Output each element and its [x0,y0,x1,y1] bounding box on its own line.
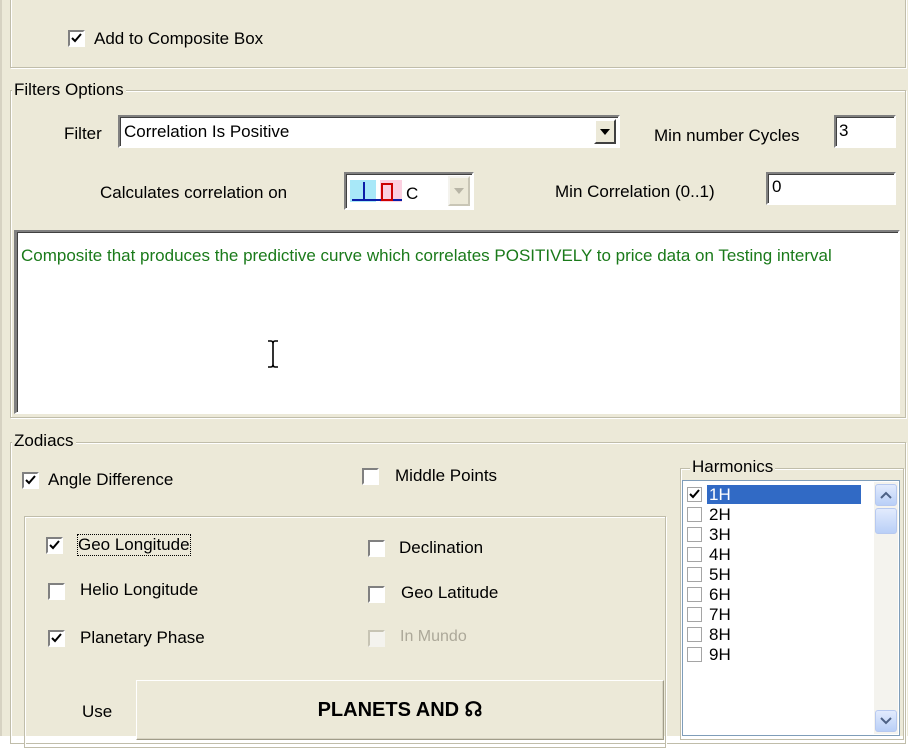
use-label: Use [82,702,113,721]
checkmark-icon [689,489,700,499]
chevron-down-icon [880,717,892,725]
calc-correlation-label: Calculates correlation on [100,183,288,202]
min-cycles-label: Min number Cycles [654,126,800,145]
helio-longitude-checkbox[interactable] [48,583,65,600]
scroll-up-button[interactable] [875,484,897,506]
harmonic-checkbox[interactable] [687,567,702,582]
min-correlation-value: 0 [772,177,782,196]
helio-longitude-label: Helio Longitude [80,580,199,599]
harmonic-item[interactable]: 1H [685,485,861,504]
min-cycles-input[interactable]: 3 [834,115,896,148]
text-cursor-icon [268,340,278,368]
filter-dropdown-button[interactable] [594,119,616,144]
harmonic-checkbox[interactable] [687,507,702,522]
checkmark-icon [49,540,60,550]
min-correlation-input[interactable]: 0 [766,172,896,205]
in-mundo-label: In Mundo [400,628,467,645]
min-correlation-label: Min Correlation (0..1) [555,182,715,201]
harmonic-item[interactable]: 3H [685,525,861,544]
geo-longitude-checkbox[interactable] [46,537,63,554]
in-mundo-checkbox [368,630,385,647]
angle-difference-label: Angle Difference [48,470,174,489]
harmonic-checkbox[interactable] [687,587,702,602]
harmonic-item[interactable]: 6H [685,585,861,604]
harmonic-label: 1H [707,485,861,504]
bar-chart-icon [350,180,402,202]
checkmark-icon [25,475,36,485]
harmonic-item[interactable]: 7H [685,605,861,624]
harmonic-checkbox[interactable] [687,627,702,642]
declination-checkbox[interactable] [368,540,385,557]
settings-panel: Add to Composite Box Filters Options Fil… [0,0,908,748]
harmonics-legend: Harmonics [690,457,776,477]
harmonic-label: 5H [709,565,731,584]
filter-dropdown[interactable]: Correlation Is Positive [118,115,620,148]
harmonic-checkbox[interactable] [687,607,702,622]
add-composite-label: Add to Composite Box [94,29,264,48]
scroll-down-button[interactable] [875,710,897,732]
chevron-up-icon [880,491,892,499]
harmonic-label: 8H [709,625,731,644]
add-composite-checkbox[interactable] [68,30,85,47]
harmonics-scrollbar[interactable] [874,482,898,734]
harmonic-item[interactable]: 2H [685,505,861,524]
zodiacs-legend: Zodiacs [12,431,76,451]
harmonic-checkbox[interactable] [687,547,702,562]
description-text: Composite that produces the predictive c… [21,246,832,265]
geo-longitude-label: Geo Longitude [77,534,191,556]
harmonic-label: 3H [709,525,731,544]
checkmark-icon [51,633,62,643]
chevron-down-icon [454,188,464,194]
description-textarea[interactable]: Composite that produces the predictive c… [14,230,900,414]
calc-correlation-dropdown[interactable]: C [344,172,474,210]
planetary-phase-label: Planetary Phase [80,628,205,647]
min-cycles-value: 3 [839,121,849,140]
harmonic-checkbox[interactable] [687,527,702,542]
checkmark-icon [71,33,82,43]
harmonic-label: 2H [709,505,731,524]
calc-dropdown-button[interactable] [448,176,470,206]
filter-dropdown-value: Correlation Is Positive [124,122,290,141]
angle-difference-checkbox[interactable] [22,472,39,489]
filters-legend: Filters Options [12,80,126,100]
declination-label: Declination [399,538,484,557]
harmonic-item[interactable]: 9H [685,645,861,664]
geo-latitude-label: Geo Latitude [401,583,499,602]
harmonic-item[interactable]: 8H [685,625,861,644]
harmonics-list[interactable]: 1H 2H 3H 4H 5H 6H 7H 8H 9H [682,480,900,736]
harmonic-label: 9H [709,645,731,664]
middle-points-label: Middle Points [395,466,498,485]
harmonic-label: 7H [709,605,731,624]
harmonic-checkbox[interactable] [687,487,702,502]
harmonic-checkbox[interactable] [687,647,702,662]
planets-button[interactable]: PLANETS AND ☊ [136,680,664,740]
planets-button-label: PLANETS AND ☊ [317,699,483,721]
calc-correlation-suffix: C [406,184,419,203]
harmonic-item[interactable]: 4H [685,545,861,564]
scroll-thumb[interactable] [875,508,897,534]
harmonic-label: 4H [709,545,731,564]
middle-points-checkbox[interactable] [362,468,379,485]
filter-label: Filter [64,124,102,143]
chevron-down-icon [600,128,610,135]
harmonic-item[interactable]: 5H [685,565,861,584]
geo-latitude-checkbox[interactable] [368,586,385,603]
planetary-phase-checkbox[interactable] [48,630,65,647]
harmonic-label: 6H [709,585,731,604]
